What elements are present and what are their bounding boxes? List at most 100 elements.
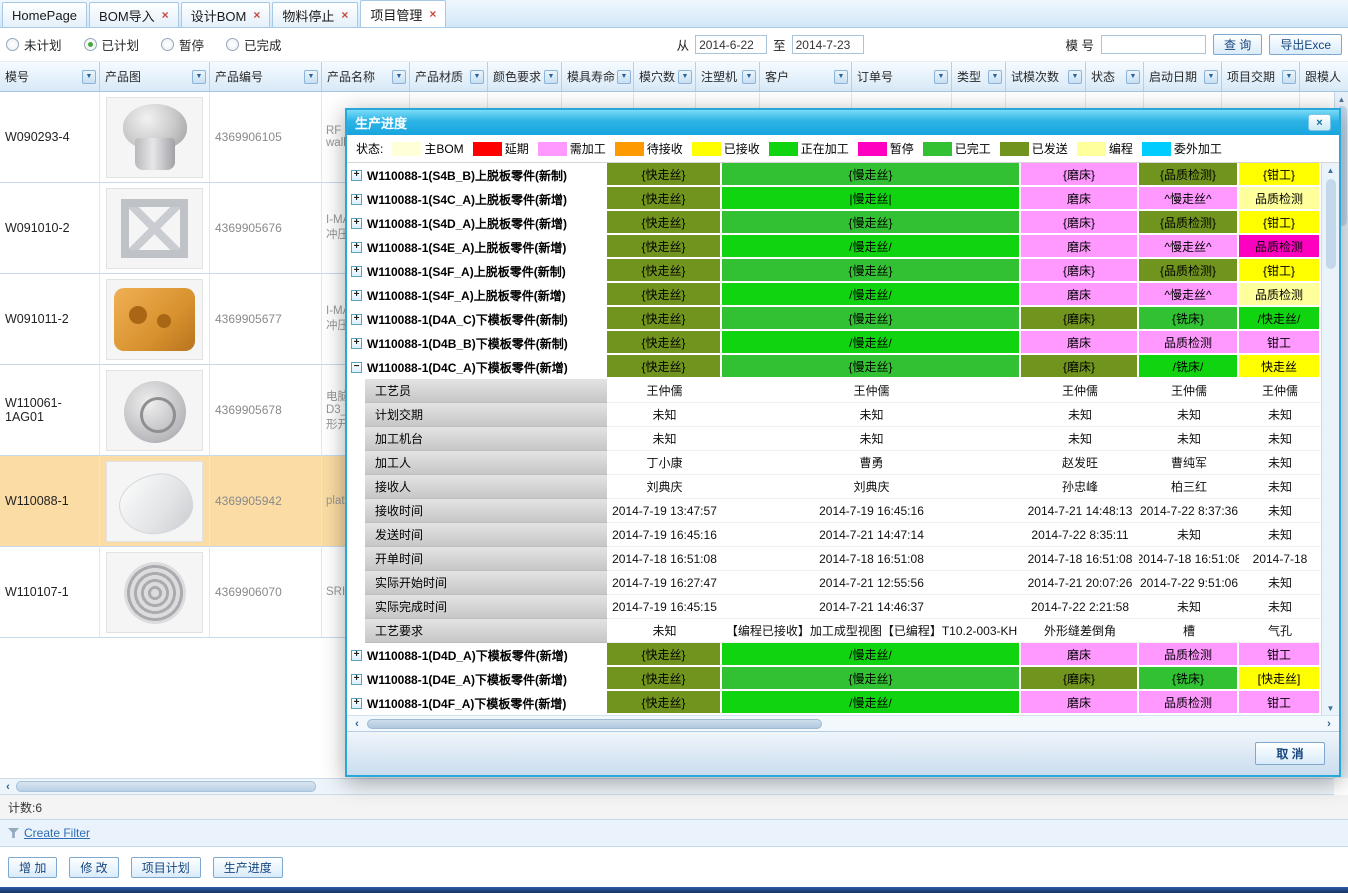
process-step-cell[interactable]: {钳工} — [1239, 211, 1321, 235]
process-step-cell[interactable]: 磨床 — [1021, 235, 1139, 259]
column-header[interactable]: 产品编号▼ — [210, 62, 322, 92]
filter-dropdown-icon[interactable]: ▼ — [678, 70, 692, 84]
dialog-scroll-left-icon[interactable]: ‹ — [349, 718, 365, 730]
process-step-cell[interactable]: {铣床} — [1139, 667, 1239, 691]
process-step-cell[interactable]: 品质检测 — [1239, 187, 1321, 211]
process-step-cell[interactable]: [快走丝] — [1239, 667, 1321, 691]
process-step-cell[interactable]: {钳工} — [1239, 163, 1321, 187]
search-button[interactable]: 查 询 — [1213, 34, 1262, 55]
process-step-cell[interactable]: {快走丝} — [607, 211, 722, 235]
process-tree-row[interactable]: +W110088-1(D4D_A)下模板零件(新增){快走丝}/慢走丝/磨床品质… — [347, 643, 1321, 667]
expand-icon[interactable]: + — [351, 338, 362, 349]
process-step-cell[interactable]: 磨床 — [1021, 643, 1139, 667]
filter-dropdown-icon[interactable]: ▼ — [1068, 70, 1082, 84]
process-step-cell[interactable]: {慢走丝} — [722, 667, 1021, 691]
column-header[interactable]: 模号▼ — [0, 62, 100, 92]
process-step-cell[interactable]: {快走丝} — [607, 331, 722, 355]
date-to-input[interactable] — [792, 35, 864, 54]
process-tree-row[interactable]: +W110088-1(S4B_B)上脱板零件(新制){快走丝}{慢走丝}{磨床}… — [347, 163, 1321, 187]
process-step-cell[interactable]: 磨床 — [1021, 283, 1139, 307]
process-tree-row[interactable]: +W110088-1(D4F_A)下模板零件(新增){快走丝}/慢走丝/磨床品质… — [347, 691, 1321, 715]
scroll-left-icon[interactable]: ‹ — [0, 781, 16, 793]
column-header[interactable]: 模具寿命▼ — [562, 62, 634, 92]
filter-dropdown-icon[interactable]: ▼ — [392, 70, 406, 84]
process-step-cell[interactable]: /快走丝/ — [1239, 307, 1321, 331]
process-step-cell[interactable]: {品质检测} — [1139, 211, 1239, 235]
tab-close-icon[interactable]: × — [341, 9, 348, 21]
column-header[interactable]: 产品材质▼ — [410, 62, 488, 92]
column-header[interactable]: 注塑机▼ — [696, 62, 760, 92]
filter-dropdown-icon[interactable]: ▼ — [304, 70, 318, 84]
add-button[interactable]: 增 加 — [8, 857, 57, 878]
process-step-cell[interactable]: /慢走丝/ — [722, 643, 1021, 667]
process-step-cell[interactable]: 品质检测 — [1139, 643, 1239, 667]
collapse-icon[interactable]: − — [351, 362, 362, 373]
project-plan-button[interactable]: 项目计划 — [131, 857, 201, 878]
filter-dropdown-icon[interactable]: ▼ — [544, 70, 558, 84]
filter-dropdown-icon[interactable]: ▼ — [617, 70, 631, 84]
process-step-cell[interactable]: {快走丝} — [607, 307, 722, 331]
process-tree-row[interactable]: +W110088-1(D4E_A)下模板零件(新增){快走丝}{慢走丝}{磨床}… — [347, 667, 1321, 691]
tab-close-icon[interactable]: × — [253, 9, 260, 21]
process-step-cell[interactable]: {慢走丝} — [722, 163, 1021, 187]
expand-icon[interactable]: + — [351, 290, 362, 301]
filter-dropdown-icon[interactable]: ▼ — [988, 70, 1002, 84]
column-header[interactable]: 跟模人▼ — [1300, 62, 1348, 92]
process-step-cell[interactable]: {快走丝} — [607, 187, 722, 211]
filter-dropdown-icon[interactable]: ▼ — [192, 70, 206, 84]
process-step-cell[interactable]: ^慢走丝^ — [1139, 187, 1239, 211]
dialog-scroll-up-icon[interactable]: ▲ — [1322, 163, 1339, 177]
cancel-button[interactable]: 取 消 — [1255, 742, 1325, 765]
process-step-cell[interactable]: 快走丝 — [1239, 355, 1321, 379]
create-filter-link[interactable]: Create Filter — [24, 826, 90, 840]
tab-material-stop[interactable]: 物料停止× — [272, 2, 358, 27]
filter-dropdown-icon[interactable]: ▼ — [1282, 70, 1296, 84]
process-step-cell[interactable]: /慢走丝/ — [722, 283, 1021, 307]
filter-dropdown-icon[interactable]: ▼ — [1204, 70, 1218, 84]
process-step-cell[interactable]: {慢走丝} — [722, 307, 1021, 331]
process-step-cell[interactable]: {慢走丝} — [722, 259, 1021, 283]
process-step-cell[interactable]: {磨床} — [1021, 667, 1139, 691]
dialog-hscroll-thumb[interactable] — [367, 719, 822, 729]
expand-icon[interactable]: + — [351, 674, 362, 685]
process-step-cell[interactable]: /慢走丝/ — [722, 691, 1021, 715]
process-step-cell[interactable]: {磨床} — [1021, 307, 1139, 331]
expand-icon[interactable]: + — [351, 218, 362, 229]
column-header[interactable]: 模穴数▼ — [634, 62, 696, 92]
process-step-cell[interactable]: {钳工} — [1239, 259, 1321, 283]
dialog-vscroll-thumb[interactable] — [1326, 179, 1336, 269]
process-step-cell[interactable]: /铣床/ — [1139, 355, 1239, 379]
expand-icon[interactable]: + — [351, 650, 362, 661]
process-step-cell[interactable]: 品质检测 — [1239, 283, 1321, 307]
expand-icon[interactable]: + — [351, 170, 362, 181]
filter-dropdown-icon[interactable]: ▼ — [470, 70, 484, 84]
process-tree-row[interactable]: +W110088-1(S4F_A)上脱板零件(新制){快走丝}{慢走丝}{磨床}… — [347, 259, 1321, 283]
process-step-cell[interactable]: ^慢走丝^ — [1139, 235, 1239, 259]
expand-icon[interactable]: + — [351, 266, 362, 277]
export-excel-button[interactable]: 导出Exce — [1269, 34, 1342, 55]
date-from-input[interactable] — [695, 35, 767, 54]
column-header[interactable]: 产品名称▼ — [322, 62, 410, 92]
process-step-cell[interactable]: 钳工 — [1239, 331, 1321, 355]
radio-unplanned[interactable]: 未计划 — [6, 35, 62, 54]
tab-close-icon[interactable]: × — [429, 8, 436, 20]
tab-close-icon[interactable]: × — [162, 9, 169, 21]
scroll-up-icon[interactable]: ▲ — [1335, 92, 1348, 106]
main-horizontal-scrollbar[interactable]: ‹ — [0, 778, 1334, 795]
process-tree-row[interactable]: +W110088-1(D4B_B)下模板零件(新制){快走丝}/慢走丝/磨床品质… — [347, 331, 1321, 355]
process-tree-row[interactable]: +W110088-1(S4F_A)上脱板零件(新增){快走丝}/慢走丝/磨床^慢… — [347, 283, 1321, 307]
process-step-cell[interactable]: {快走丝} — [607, 355, 722, 379]
tab-homepage[interactable]: HomePage — [2, 2, 87, 27]
mold-no-input[interactable] — [1101, 35, 1206, 54]
column-header[interactable]: 状态▼ — [1086, 62, 1144, 92]
process-step-cell[interactable]: {铣床} — [1139, 307, 1239, 331]
process-step-cell[interactable]: {快走丝} — [607, 643, 722, 667]
radio-completed[interactable]: 已完成 — [226, 35, 282, 54]
production-progress-button[interactable]: 生产进度 — [213, 857, 283, 878]
process-step-cell[interactable]: {慢走丝} — [722, 211, 1021, 235]
process-step-cell[interactable]: {快走丝} — [607, 691, 722, 715]
radio-planned[interactable]: 已计划 — [84, 35, 140, 54]
column-header[interactable]: 启动日期▼ — [1144, 62, 1222, 92]
column-header[interactable]: 项目交期▼ — [1222, 62, 1300, 92]
filter-dropdown-icon[interactable]: ▼ — [1126, 70, 1140, 84]
